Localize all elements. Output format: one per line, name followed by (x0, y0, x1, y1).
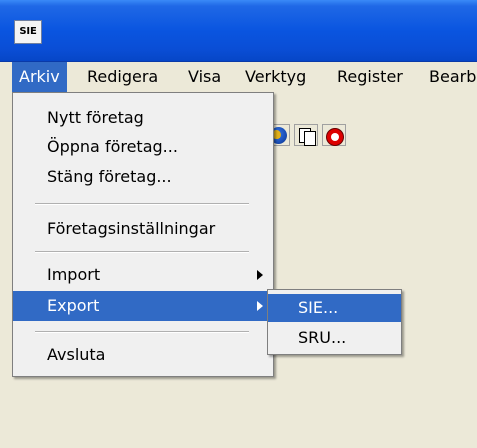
menu-bearbeta[interactable]: Bearb (422, 62, 477, 92)
menu-item-label: Öppna företag... (47, 137, 178, 156)
menu-item-stang-foretag[interactable]: Stäng företag... (13, 162, 273, 192)
menu-item-label: Stäng företag... (47, 167, 172, 186)
menu-item-label: Export (47, 296, 100, 315)
menu-item-import[interactable]: Import (13, 260, 273, 290)
menu-item-foretagsinstallningar[interactable]: Företagsinställningar (13, 214, 273, 244)
submenu-item-sie[interactable]: SIE... (268, 294, 401, 322)
submenu-arrow-icon (257, 301, 263, 311)
title-bar[interactable]: SIE (0, 0, 477, 62)
menu-separator (35, 203, 249, 205)
menu-separator (35, 251, 249, 253)
menu-redigera[interactable]: Redigera (80, 62, 165, 92)
submenu-item-label: SRU... (298, 328, 347, 347)
menu-register[interactable]: Register (330, 62, 410, 92)
menu-arkiv[interactable]: Arkiv (12, 62, 67, 92)
menu-item-export[interactable]: Export (13, 291, 273, 321)
app-icon: SIE (14, 20, 42, 44)
alarm-clock-icon[interactable] (322, 124, 346, 146)
submenu-arrow-icon (257, 270, 263, 280)
menu-item-label: Nytt företag (47, 108, 144, 127)
menu-visa[interactable]: Visa (181, 62, 228, 92)
export-submenu: SIE... SRU... (267, 289, 402, 355)
menu-verktyg[interactable]: Verktyg (238, 62, 313, 92)
submenu-item-label: SIE... (298, 298, 339, 317)
menu-item-oppna-foretag[interactable]: Öppna företag... (13, 132, 273, 162)
copy-pages-icon[interactable] (294, 124, 318, 146)
menu-item-label: Avsluta (47, 345, 106, 364)
menu-item-label: Företagsinställningar (47, 219, 216, 238)
menu-item-avsluta[interactable]: Avsluta (13, 340, 273, 370)
submenu-item-sru[interactable]: SRU... (268, 324, 401, 352)
menu-separator (35, 331, 249, 333)
menu-item-nytt-foretag[interactable]: Nytt företag (13, 103, 273, 133)
menu-bar: Arkiv Redigera Visa Verktyg Register Bea… (0, 62, 477, 92)
arkiv-dropdown-menu: Nytt företag Öppna företag... Stäng före… (12, 92, 274, 377)
menu-item-label: Import (47, 265, 101, 284)
